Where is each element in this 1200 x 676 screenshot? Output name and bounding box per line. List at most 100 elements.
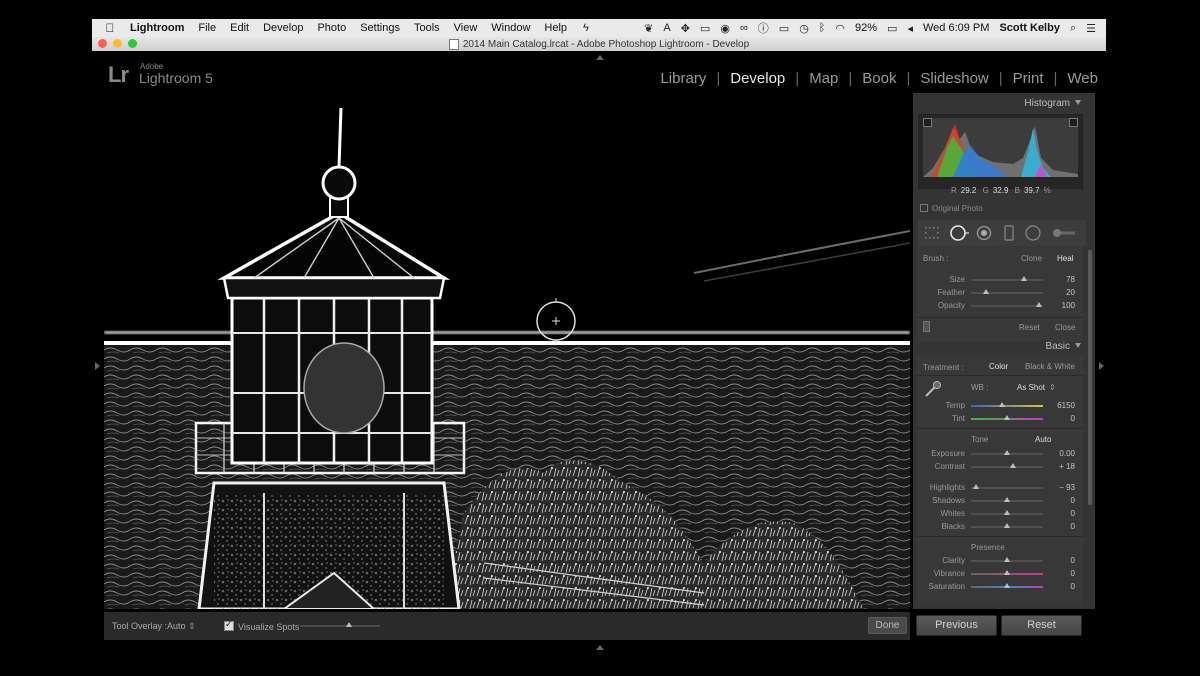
clarity-value[interactable]: 0 xyxy=(1051,556,1075,565)
brush-clone-button[interactable]: Clone xyxy=(1021,254,1042,263)
opacity-slider[interactable] xyxy=(971,305,1043,307)
battery-icon[interactable]: ▭ xyxy=(887,22,897,35)
tint-slider-thumb[interactable] xyxy=(1004,415,1010,420)
menu-edit[interactable]: Edit xyxy=(230,22,249,34)
wifi-icon[interactable]: ◠ xyxy=(835,22,845,35)
visualize-spots-checkbox[interactable]: Visualize Spots xyxy=(224,619,299,632)
tone-auto-button[interactable]: Auto xyxy=(1035,435,1051,444)
crop-overlay-tool-icon[interactable] xyxy=(925,227,939,239)
shadows-value[interactable]: 0 xyxy=(1051,496,1075,505)
highlight-clipping-icon[interactable] xyxy=(1069,118,1078,127)
close-window-button[interactable] xyxy=(98,39,107,48)
lightning-icon[interactable]: ϟ xyxy=(583,22,589,34)
bluetooth-icon[interactable]: ᛒ xyxy=(819,22,826,34)
minimize-window-button[interactable] xyxy=(113,39,122,48)
module-web[interactable]: Web xyxy=(1067,70,1098,87)
chevron-updown-icon[interactable]: ⇕ xyxy=(1049,383,1056,392)
feather-value[interactable]: 20 xyxy=(1051,288,1075,297)
menu-photo[interactable]: Photo xyxy=(317,22,346,34)
info-icon[interactable]: ⓘ xyxy=(758,20,769,36)
blacks-slider-thumb[interactable] xyxy=(1004,523,1010,528)
module-map[interactable]: Map xyxy=(809,70,838,87)
right-panel-toggle-icon[interactable] xyxy=(1099,362,1104,370)
menu-app-lightroom[interactable]: Lightroom xyxy=(130,22,184,34)
treatment-bw-button[interactable]: Black & White xyxy=(1025,362,1075,371)
menu-tools[interactable]: Tools xyxy=(414,22,440,34)
treatment-color-button[interactable]: Color xyxy=(989,362,1008,371)
airplay-icon[interactable]: ▭ xyxy=(779,22,789,35)
original-photo-toggle[interactable]: Original Photo xyxy=(920,204,983,213)
menu-settings[interactable]: Settings xyxy=(360,22,400,34)
temp-value[interactable]: 6150 xyxy=(1051,401,1075,410)
left-panel-toggle-icon[interactable] xyxy=(95,362,100,370)
screen-icon[interactable]: ▭ xyxy=(700,22,710,35)
previous-button[interactable]: Previous xyxy=(916,615,997,636)
toolbar-switch-icon[interactable] xyxy=(923,321,930,332)
exposure-value[interactable]: 0.00 xyxy=(1051,449,1075,458)
blacks-value[interactable]: 0 xyxy=(1051,522,1075,531)
spot-removal-tool-icon[interactable] xyxy=(950,225,969,241)
clarity-slider-thumb[interactable] xyxy=(1004,557,1010,562)
feather-slider[interactable] xyxy=(971,292,1043,294)
clock[interactable]: Wed 6:09 PM xyxy=(923,22,989,34)
menu-file[interactable]: File xyxy=(198,22,216,34)
right-panel-scrollbar[interactable] xyxy=(1088,250,1092,505)
visualize-threshold-slider[interactable] xyxy=(300,625,380,627)
contrast-slider-thumb[interactable] xyxy=(1010,463,1016,468)
module-develop[interactable]: Develop xyxy=(730,70,785,87)
vibrance-value[interactable]: 0 xyxy=(1051,569,1075,578)
contrast-value[interactable]: + 18 xyxy=(1051,462,1075,471)
apple-menu-icon[interactable]:  xyxy=(102,21,118,35)
temp-slider-thumb[interactable] xyxy=(999,402,1005,407)
highlights-slider-thumb[interactable] xyxy=(973,484,979,489)
brush-reset-button[interactable]: Reset xyxy=(1019,323,1040,332)
bottom-panel-toggle-icon[interactable] xyxy=(596,645,604,650)
highlights-slider[interactable] xyxy=(971,487,1043,489)
whites-slider-thumb[interactable] xyxy=(1004,510,1010,515)
module-print[interactable]: Print xyxy=(1013,70,1044,87)
whites-value[interactable]: 0 xyxy=(1051,509,1075,518)
temp-slider[interactable] xyxy=(971,405,1043,407)
basic-header[interactable]: Basic xyxy=(1046,341,1081,352)
chevron-updown-icon[interactable]: ⇕ xyxy=(188,621,196,632)
opacity-slider-thumb[interactable] xyxy=(1036,302,1042,307)
red-eye-tool-icon[interactable] xyxy=(976,225,992,241)
feather-slider-thumb[interactable] xyxy=(983,289,989,294)
color-wheel-icon[interactable]: ◉ xyxy=(720,22,730,35)
menu-develop[interactable]: Develop xyxy=(263,22,303,34)
saturation-value[interactable]: 0 xyxy=(1051,582,1075,591)
time-machine-icon[interactable]: ◷ xyxy=(799,22,809,35)
size-value[interactable]: 78 xyxy=(1051,275,1075,284)
module-library[interactable]: Library xyxy=(660,70,706,87)
reset-button[interactable]: Reset xyxy=(1001,615,1082,636)
adobe-icon[interactable]: A xyxy=(663,22,670,34)
creative-cloud-icon[interactable]: ∞ xyxy=(740,22,748,34)
top-panel-toggle-icon[interactable] xyxy=(596,55,604,60)
vibrance-slider-thumb[interactable] xyxy=(1004,570,1010,575)
volume-icon[interactable]: ◂ xyxy=(907,22,913,35)
spotlight-search-icon[interactable]: ⌕ xyxy=(1070,22,1076,35)
notification-list-icon[interactable]: ☰ xyxy=(1086,22,1096,35)
tint-value[interactable]: 0 xyxy=(1051,414,1075,423)
evernote-icon[interactable]: ❦ xyxy=(644,22,653,35)
shadow-clipping-icon[interactable] xyxy=(923,118,932,127)
tool-overlay-select[interactable]: Auto xyxy=(167,621,186,631)
exposure-slider-thumb[interactable] xyxy=(1004,450,1010,455)
histogram[interactable] xyxy=(918,114,1083,189)
menu-window[interactable]: Window xyxy=(491,22,530,34)
photo-canvas[interactable] xyxy=(104,93,910,609)
wb-select[interactable]: As Shot xyxy=(1017,383,1045,392)
zoom-window-button[interactable] xyxy=(128,39,137,48)
adjustment-brush-tool-icon[interactable] xyxy=(1053,229,1075,237)
size-slider[interactable] xyxy=(971,279,1043,281)
brush-close-button[interactable]: Close xyxy=(1055,323,1075,332)
shadows-slider-thumb[interactable] xyxy=(1004,497,1010,502)
histogram-header[interactable]: Histogram xyxy=(1024,98,1081,109)
graduated-filter-tool-icon[interactable] xyxy=(1004,225,1014,241)
size-slider-thumb[interactable] xyxy=(1021,276,1027,281)
module-slideshow[interactable]: Slideshow xyxy=(920,70,988,87)
radial-filter-tool-icon[interactable] xyxy=(1025,225,1041,241)
saturation-slider-thumb[interactable] xyxy=(1004,583,1010,588)
opacity-value[interactable]: 100 xyxy=(1051,301,1075,310)
done-button[interactable]: Done xyxy=(868,617,907,634)
